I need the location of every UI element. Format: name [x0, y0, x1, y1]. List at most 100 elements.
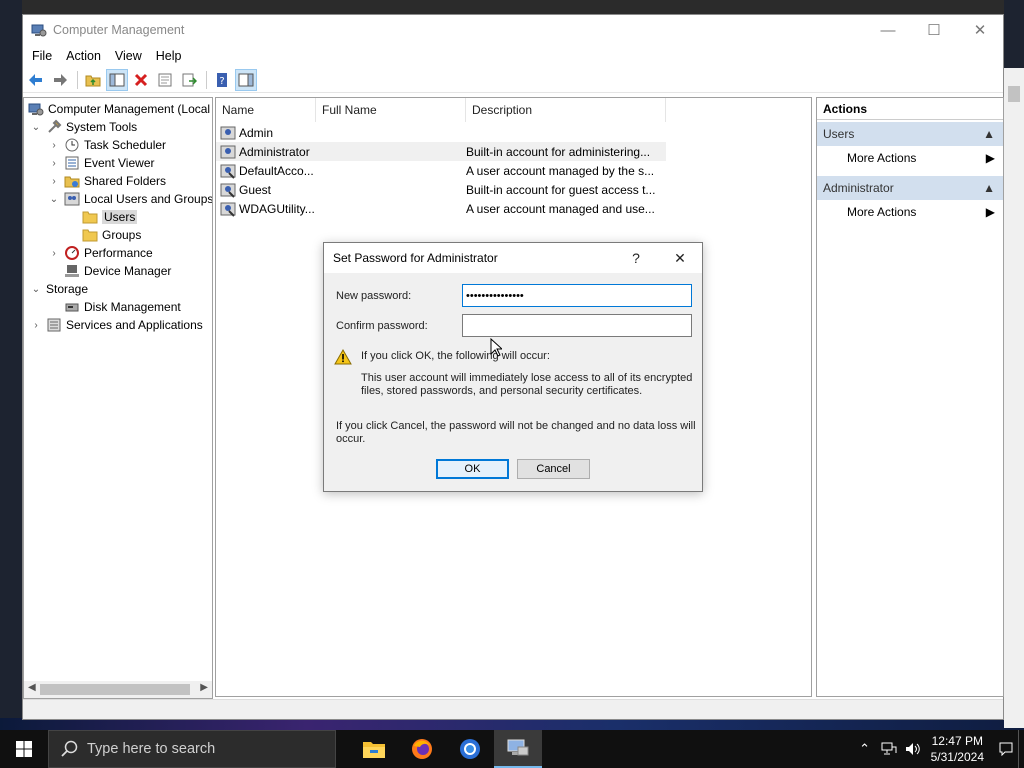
file-explorer-icon — [363, 742, 385, 758]
notifications-icon[interactable] — [994, 742, 1018, 756]
scroll-right-icon[interactable]: ▶ — [200, 682, 208, 693]
list-row-wdagutilityaccount[interactable]: WDAGUtility... A user account managed an… — [216, 199, 662, 218]
tree-item-storage[interactable]: ⌄ Storage — [30, 280, 88, 298]
dialog-help-button[interactable]: ? — [614, 250, 658, 266]
section-label: Administrator — [823, 181, 894, 195]
tree-item-system-tools[interactable]: ⌄ System Tools — [30, 118, 137, 136]
cancel-button[interactable]: Cancel — [517, 459, 590, 479]
tree-item-task-scheduler[interactable]: › Task Scheduler — [48, 136, 166, 154]
expanded-chevron-icon[interactable]: ⌄ — [48, 194, 60, 205]
taskbar-file-explorer[interactable] — [350, 730, 398, 768]
tree-horizontal-scrollbar[interactable]: ◀ ▶ — [24, 681, 212, 698]
minimize-button[interactable]: — — [865, 15, 911, 45]
show-hide-tree-button[interactable] — [106, 68, 128, 91]
toolbar-separator — [77, 70, 78, 89]
close-button[interactable]: ✕ — [957, 15, 1003, 45]
taskbar-search-box[interactable]: Type here to search — [48, 730, 336, 768]
list-row-guest[interactable]: Guest Built-in account for guest access … — [216, 180, 662, 199]
show-action-pane-button[interactable] — [235, 68, 257, 91]
show-hidden-icons-chevron-icon[interactable]: ⌃ — [853, 741, 877, 757]
menu-help[interactable]: Help — [149, 49, 189, 63]
help-button[interactable]: ? — [211, 69, 233, 91]
clock[interactable]: 12:47 PM 5/31/2024 — [931, 733, 984, 765]
volume-icon[interactable] — [901, 742, 925, 756]
menu-file[interactable]: File — [25, 49, 59, 63]
collapsed-chevron-icon[interactable]: › — [48, 158, 60, 169]
tree-item-label: Groups — [102, 228, 142, 242]
taskbar-computer-management[interactable] — [494, 730, 542, 768]
computer-icon — [28, 103, 44, 116]
search-icon — [61, 740, 78, 757]
list-row-defaultaccount[interactable]: DefaultAcco... A user account managed by… — [216, 161, 662, 180]
more-actions-administrator[interactable]: More Actions ▶ — [817, 200, 1003, 224]
section-label: Users — [823, 127, 855, 141]
tree-item-shared-folders[interactable]: › Shared Folders — [48, 172, 166, 190]
back-button[interactable] — [25, 69, 47, 91]
actions-title: Actions — [817, 98, 1003, 120]
delete-button[interactable] — [130, 69, 152, 91]
tree-item-services-and-applications[interactable]: › Services and Applications — [30, 316, 203, 334]
list-row-admin[interactable]: Admin — [216, 123, 662, 142]
column-header-description[interactable]: Description — [466, 98, 666, 122]
dialog-title-bar[interactable]: Set Password for Administrator ? ✕ — [324, 243, 702, 273]
up-folder-button[interactable] — [82, 69, 104, 91]
tree-item-local-users-and-groups[interactable]: ⌄ Local Users and Groups — [48, 190, 213, 208]
tree-item-label: Services and Applications — [66, 318, 203, 332]
show-desktop-button[interactable] — [1018, 730, 1024, 768]
tree-item-groups[interactable]: Groups — [82, 226, 141, 244]
clock-date: 5/31/2024 — [930, 750, 984, 764]
title-bar[interactable]: Computer Management — ☐ ✕ — [23, 15, 1003, 45]
actions-section-users[interactable]: Users ▲ — [817, 122, 1003, 146]
export-list-icon — [182, 73, 197, 86]
dialog-close-button[interactable]: ✕ — [658, 250, 702, 267]
expanded-chevron-icon[interactable]: ⌄ — [30, 122, 42, 133]
taskbar-chrome[interactable] — [446, 730, 494, 768]
collapsed-chevron-icon[interactable]: › — [48, 248, 60, 259]
collapsed-chevron-icon[interactable]: › — [48, 140, 60, 151]
tree-item-label: Users — [102, 210, 138, 224]
collapse-triangle-icon[interactable]: ▲ — [983, 181, 995, 195]
forward-button[interactable] — [49, 69, 71, 91]
clock-icon — [65, 138, 79, 152]
tree-item-disk-management[interactable]: Disk Management — [48, 298, 181, 316]
user-name: DefaultAcco... — [239, 163, 314, 178]
up-folder-icon — [85, 75, 101, 86]
delete-x-icon — [134, 73, 148, 86]
tree-item-event-viewer[interactable]: › Event Viewer — [48, 154, 154, 172]
scrollbar-thumb[interactable] — [40, 684, 190, 695]
collapsed-chevron-icon[interactable]: › — [30, 320, 42, 331]
confirm-password-field[interactable] — [462, 314, 692, 337]
tree-item-device-manager[interactable]: Device Manager — [48, 262, 171, 280]
scrollbar-thumb[interactable] — [1008, 86, 1020, 102]
column-header-full-name[interactable]: Full Name — [316, 98, 466, 122]
disabled-user-icon — [220, 164, 236, 179]
background-scrollbar[interactable] — [1004, 68, 1024, 728]
confirm-password-label: Confirm password: — [336, 320, 428, 332]
status-bar — [23, 699, 1003, 719]
expanded-chevron-icon[interactable]: ⌄ — [30, 284, 42, 295]
properties-icon — [158, 73, 172, 86]
collapse-triangle-icon[interactable]: ▲ — [983, 127, 995, 141]
properties-button[interactable] — [154, 69, 176, 91]
menu-action[interactable]: Action — [59, 49, 108, 63]
ok-button[interactable]: OK — [436, 459, 509, 479]
scroll-left-icon[interactable]: ◀ — [28, 682, 36, 693]
network-icon[interactable] — [877, 742, 901, 756]
actions-section-administrator[interactable]: Administrator ▲ — [817, 176, 1003, 200]
new-password-field[interactable]: ••••••••••••••• — [462, 284, 692, 307]
taskbar-firefox[interactable] — [398, 730, 446, 768]
user-icon — [220, 126, 236, 139]
export-list-button[interactable] — [178, 69, 200, 91]
maximize-button[interactable]: ☐ — [911, 15, 957, 45]
tree-item-label: Local Users and Groups — [84, 192, 213, 206]
more-actions-users[interactable]: More Actions ▶ — [817, 146, 1003, 170]
column-header-name[interactable]: Name — [216, 98, 316, 122]
tree-item-computer-management[interactable]: Computer Management (Local — [28, 100, 210, 118]
tree-item-performance[interactable]: › Performance — [48, 244, 153, 262]
collapsed-chevron-icon[interactable]: › — [48, 176, 60, 187]
start-button[interactable] — [0, 730, 48, 768]
search-placeholder: Type here to search — [87, 741, 216, 757]
list-row-administrator[interactable]: Administrator Built-in account for admin… — [216, 142, 666, 161]
menu-view[interactable]: View — [108, 49, 149, 63]
tree-item-users[interactable]: Users — [82, 208, 138, 226]
